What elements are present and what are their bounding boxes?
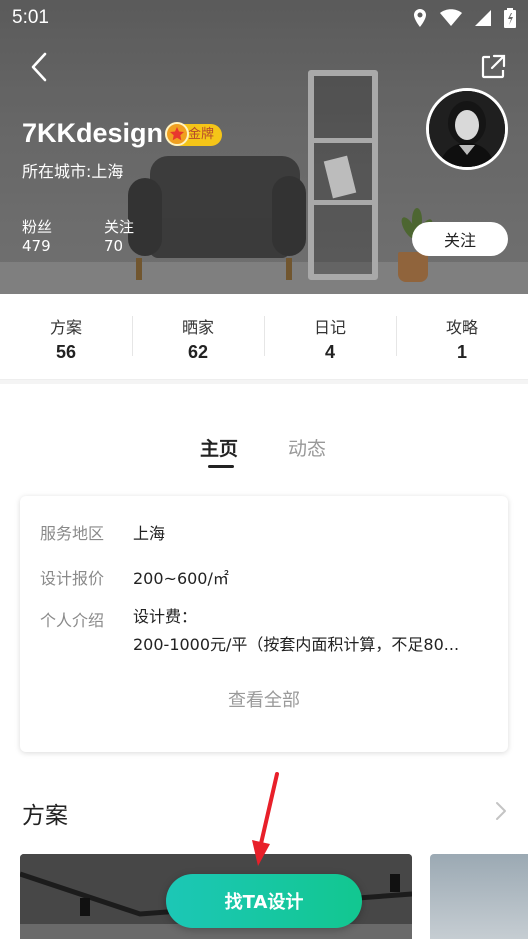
stat-label: 攻略	[445, 318, 478, 337]
status-time: 5:01	[12, 7, 49, 28]
following-label[interactable]: 关注	[104, 216, 134, 237]
stat-value: 4	[324, 342, 335, 362]
active-tab-indicator	[208, 465, 234, 468]
stats-row: 方案 56 晒家 62 日记 4 攻略 1	[0, 294, 528, 380]
back-button[interactable]	[22, 50, 56, 84]
battery-icon	[504, 8, 516, 28]
fans-label[interactable]: 粉丝	[22, 216, 52, 237]
intro-line: 设计费：	[133, 607, 198, 626]
tab-feed[interactable]: 动态	[288, 434, 326, 461]
status-icons	[412, 8, 516, 28]
find-designer-button[interactable]: 找TA设计	[166, 874, 362, 928]
plan-thumbnail[interactable]	[430, 854, 528, 939]
gold-badge: 金牌	[165, 122, 223, 146]
stat-label: 日记	[313, 318, 346, 337]
fans-count[interactable]: 479	[22, 237, 51, 255]
stat-plans[interactable]: 方案 56	[0, 294, 132, 379]
divider	[0, 380, 528, 384]
intro-label: 个人介绍	[40, 611, 105, 630]
stat-guides[interactable]: 攻略 1	[396, 294, 528, 379]
city-text: 所在城市:上海	[22, 162, 124, 181]
avatar[interactable]	[426, 88, 508, 170]
intro-line: 200-1000元/平（按套内面积计算，不足80...	[133, 635, 460, 654]
badge-label: 金牌	[188, 127, 215, 142]
stat-label: 晒家	[181, 318, 214, 337]
chevron-left-icon	[31, 52, 47, 82]
share-icon	[481, 54, 506, 79]
section-more-button[interactable]	[494, 800, 514, 824]
service-area-label: 服务地区	[40, 524, 105, 543]
section-title: 方案	[22, 803, 68, 829]
stat-diary[interactable]: 日记 4	[264, 294, 396, 379]
share-button[interactable]	[476, 50, 510, 84]
design-price-label: 设计报价	[40, 569, 105, 588]
info-card: 服务地区 上海 设计报价 200~600/㎡ 个人介绍 设计费： 200-100…	[20, 496, 508, 752]
following-count[interactable]: 70	[104, 237, 123, 255]
stat-value: 62	[187, 342, 209, 362]
avatar-portrait	[429, 91, 505, 167]
annotation-arrow-icon	[252, 772, 279, 866]
service-area-value: 上海	[133, 524, 166, 543]
signal-icon	[474, 9, 492, 27]
status-bar: 5:01	[0, 0, 528, 36]
chevron-right-icon	[496, 802, 506, 820]
stat-value: 56	[55, 342, 77, 362]
see-all-link[interactable]: 查看全部	[20, 686, 508, 712]
stat-value: 1	[456, 342, 467, 362]
star-medal-icon	[165, 122, 189, 146]
stat-showcase[interactable]: 晒家 62	[132, 294, 264, 379]
tab-home[interactable]: 主页	[200, 434, 238, 461]
designer-name: 7KKdesign	[22, 118, 164, 148]
stat-label: 方案	[49, 318, 82, 337]
wifi-icon	[440, 9, 462, 27]
location-icon	[412, 8, 428, 28]
follow-button[interactable]: 关注	[412, 222, 508, 256]
intro-text: 设计费： 200-1000元/平（按套内面积计算，不足80...	[133, 603, 483, 659]
design-price-value: 200~600/㎡	[133, 569, 229, 588]
